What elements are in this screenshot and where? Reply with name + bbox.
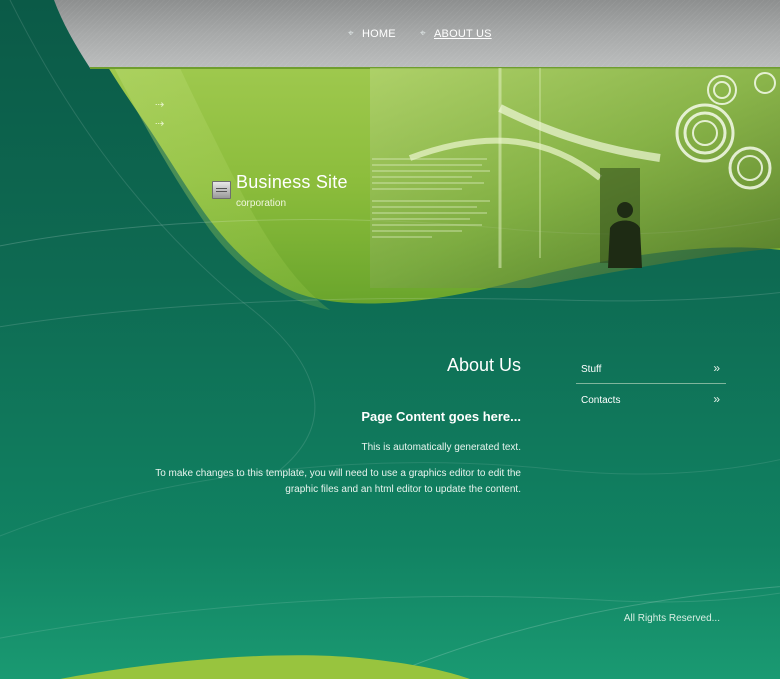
content-paragraph: This is automatically generated text. bbox=[361, 442, 521, 453]
page: ⇢ ⇢ ⌖ HOME ⌖ ABOUT US Business Site corp… bbox=[0, 0, 780, 679]
double-chevron-right-icon: » bbox=[713, 361, 720, 375]
footer-copyright: All Rights Reserved... bbox=[623, 613, 720, 624]
sidebar-item-label: Stuff bbox=[581, 364, 602, 375]
double-chevron-right-icon: » bbox=[713, 392, 720, 406]
nav-home-link[interactable]: HOME bbox=[362, 28, 396, 40]
header-photo bbox=[370, 68, 780, 288]
content-heading: Page Content goes here... bbox=[361, 409, 521, 424]
content-paragraph: To make changes to this template, you wi… bbox=[155, 468, 521, 495]
sidebar-item-contacts[interactable]: Contacts » bbox=[576, 387, 726, 415]
site-subtitle: corporation bbox=[236, 198, 287, 209]
nav-about-us-link[interactable]: ABOUT US bbox=[434, 28, 492, 40]
document-icon bbox=[212, 181, 231, 199]
crosshair-icon: ⌖ bbox=[348, 28, 354, 39]
sidebar-item-stuff[interactable]: Stuff » bbox=[576, 356, 726, 384]
site-title: Business Site bbox=[236, 172, 348, 192]
svg-text:⇢: ⇢ bbox=[155, 98, 164, 111]
svg-text:⇢: ⇢ bbox=[155, 117, 164, 130]
page-title: About Us bbox=[446, 355, 521, 375]
menu-divider bbox=[576, 383, 726, 384]
sidebar-item-label: Contacts bbox=[581, 395, 621, 406]
crosshair-icon: ⌖ bbox=[420, 28, 426, 39]
